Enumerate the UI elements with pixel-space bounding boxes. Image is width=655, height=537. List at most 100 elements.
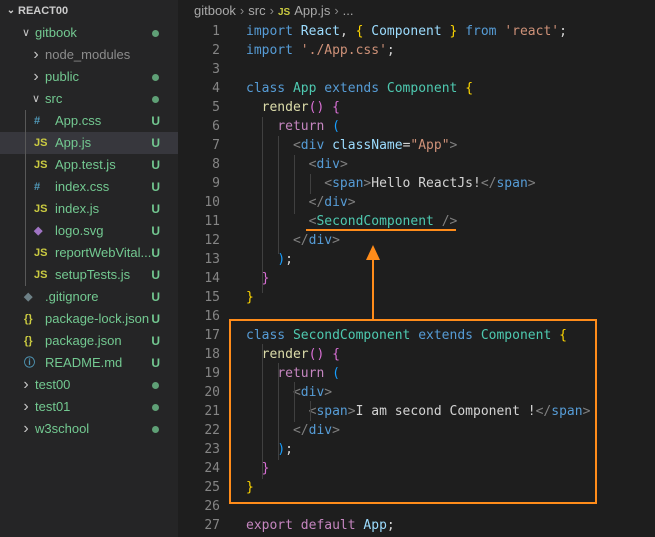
- code-line[interactable]: 27 export default App;: [178, 516, 655, 535]
- breadcrumb-folder-src[interactable]: src: [248, 3, 265, 18]
- code-line[interactable]: 7 <div className="App">: [178, 136, 655, 155]
- code-token: {: [332, 347, 340, 362]
- code-line[interactable]: 16: [178, 307, 655, 326]
- code-editor[interactable]: gitbook › src › JS App.js ›... 1 import React, …: [178, 0, 655, 537]
- tree-item-label: setupTests.js: [55, 267, 131, 282]
- line-number: 11: [204, 214, 220, 229]
- tree-item-app-js[interactable]: JS App.js U: [0, 132, 178, 154]
- git-status-badge: U: [151, 224, 160, 238]
- code-token: >: [332, 233, 340, 248]
- line-number: 26: [204, 499, 220, 514]
- code-line[interactable]: 10 </div>: [178, 193, 655, 212]
- tree-item-gitbook[interactable]: ∨ gitbook: [0, 22, 178, 44]
- code-token: return: [277, 119, 325, 134]
- indent-guide: [310, 174, 311, 194]
- code-line[interactable]: 25}: [178, 478, 655, 497]
- code-line[interactable]: 14 }: [178, 269, 655, 288]
- indent-guide: [25, 110, 26, 286]
- code-line[interactable]: 4 class App extends Component {: [178, 79, 655, 98]
- line-number: 23: [204, 442, 220, 457]
- git-file-icon: ◆: [24, 291, 33, 303]
- code-token: <: [292, 138, 301, 153]
- code-line[interactable]: 22 </div>: [178, 421, 655, 440]
- code-token: render: [261, 347, 309, 362]
- code-token: >: [582, 404, 591, 419]
- code-line[interactable]: 12 </div>: [178, 231, 655, 250]
- breadcrumb-symbol[interactable]: ...: [343, 3, 354, 18]
- line-number: 4: [212, 81, 220, 96]
- code-token: class: [246, 328, 286, 343]
- tree-item-node-modules[interactable]: › node_modules: [0, 44, 178, 66]
- breadcrumb-folder-gitbook[interactable]: gitbook: [194, 3, 236, 18]
- code-token: import: [246, 24, 293, 39]
- line-number: 22: [204, 423, 220, 438]
- tree-item-test01[interactable]: › test01: [0, 396, 178, 418]
- code-line[interactable]: 18 render() {: [178, 345, 655, 364]
- line-number: 20: [204, 385, 220, 400]
- breadcrumb-file[interactable]: App.js: [294, 3, 330, 18]
- line-number: 21: [204, 404, 220, 419]
- tree-item-app-test-js[interactable]: JS App.test.js U: [0, 154, 178, 176]
- explorer-root-header[interactable]: ⌄ REACT00: [0, 0, 178, 22]
- css-file-icon: #: [34, 115, 41, 127]
- code-text: return (: [246, 364, 340, 383]
- tree-item-w3school[interactable]: › w3school: [0, 418, 178, 440]
- tree-item-package-json[interactable]: {} package.json U: [0, 330, 178, 352]
- code-line[interactable]: 26: [178, 497, 655, 516]
- code-text: }: [246, 288, 254, 307]
- code-line[interactable]: 5 render() {: [178, 98, 655, 117]
- code-token: import: [246, 43, 293, 58]
- code-token: className: [332, 138, 403, 153]
- code-line[interactable]: 6 return (: [178, 117, 655, 136]
- code-line[interactable]: 8 <div>: [178, 155, 655, 174]
- json-file-icon: {}: [24, 313, 33, 325]
- tree-item-package-lock-json[interactable]: {} package-lock.json U: [0, 308, 178, 330]
- tree-item-src[interactable]: ∨ src: [0, 88, 178, 110]
- code-token: />: [441, 214, 458, 229]
- tree-item-public[interactable]: › public: [0, 66, 178, 88]
- tree-item-index-js[interactable]: JS index.js U: [0, 198, 178, 220]
- tree-item-test00[interactable]: › test00: [0, 374, 178, 396]
- tree-item-logo-svg[interactable]: ◆ logo.svg U: [0, 220, 178, 242]
- code-line[interactable]: 13 );: [178, 250, 655, 269]
- tree-item-gitignore[interactable]: ◆ .gitignore U: [0, 286, 178, 308]
- tree-item-index-css[interactable]: # index.css U: [0, 176, 178, 198]
- code-line[interactable]: 21 <span>I am second Component !</span>: [178, 402, 655, 421]
- code-line[interactable]: 20 <div>: [178, 383, 655, 402]
- code-text: <span>I am second Component !</span>: [246, 402, 591, 421]
- workspace-name: REACT00: [18, 5, 69, 17]
- code-token: >: [347, 195, 356, 210]
- code-token: }: [246, 290, 254, 305]
- js-file-icon: JS: [34, 269, 48, 281]
- code-line[interactable]: 9 <span>Hello ReactJs!</span>: [178, 174, 655, 193]
- info-file-icon: ⓘ: [24, 357, 35, 369]
- code-token: ;: [386, 43, 395, 58]
- code-token: >: [449, 138, 458, 153]
- code-line[interactable]: 23 );: [178, 440, 655, 459]
- code-line[interactable]: 15}: [178, 288, 655, 307]
- code-line[interactable]: 1 import React, { Component } from 'react…: [178, 22, 655, 41]
- code-line[interactable]: 17 class SecondComponent extends Componen…: [178, 326, 655, 345]
- code-text: <div>: [246, 383, 332, 402]
- line-number: 25: [204, 480, 220, 495]
- tree-item-setuptests-js[interactable]: JS setupTests.js U: [0, 264, 178, 286]
- tree-item-readme-md[interactable]: ⓘ README.md U: [0, 352, 178, 374]
- git-status-badge: U: [151, 334, 160, 348]
- tree-item-app-css[interactable]: # App.css U: [0, 110, 178, 132]
- code-line[interactable]: 2 import './App.css';: [178, 41, 655, 60]
- code-token: (: [332, 119, 340, 134]
- line-number: 15: [204, 290, 220, 305]
- code-line[interactable]: 11 <SecondComponent />: [178, 212, 655, 231]
- code-line[interactable]: 3: [178, 60, 655, 79]
- tree-item-reportwebvital[interactable]: JS reportWebVital... U: [0, 242, 178, 264]
- code-line[interactable]: 24 }: [178, 459, 655, 478]
- code-line[interactable]: 19 return (: [178, 364, 655, 383]
